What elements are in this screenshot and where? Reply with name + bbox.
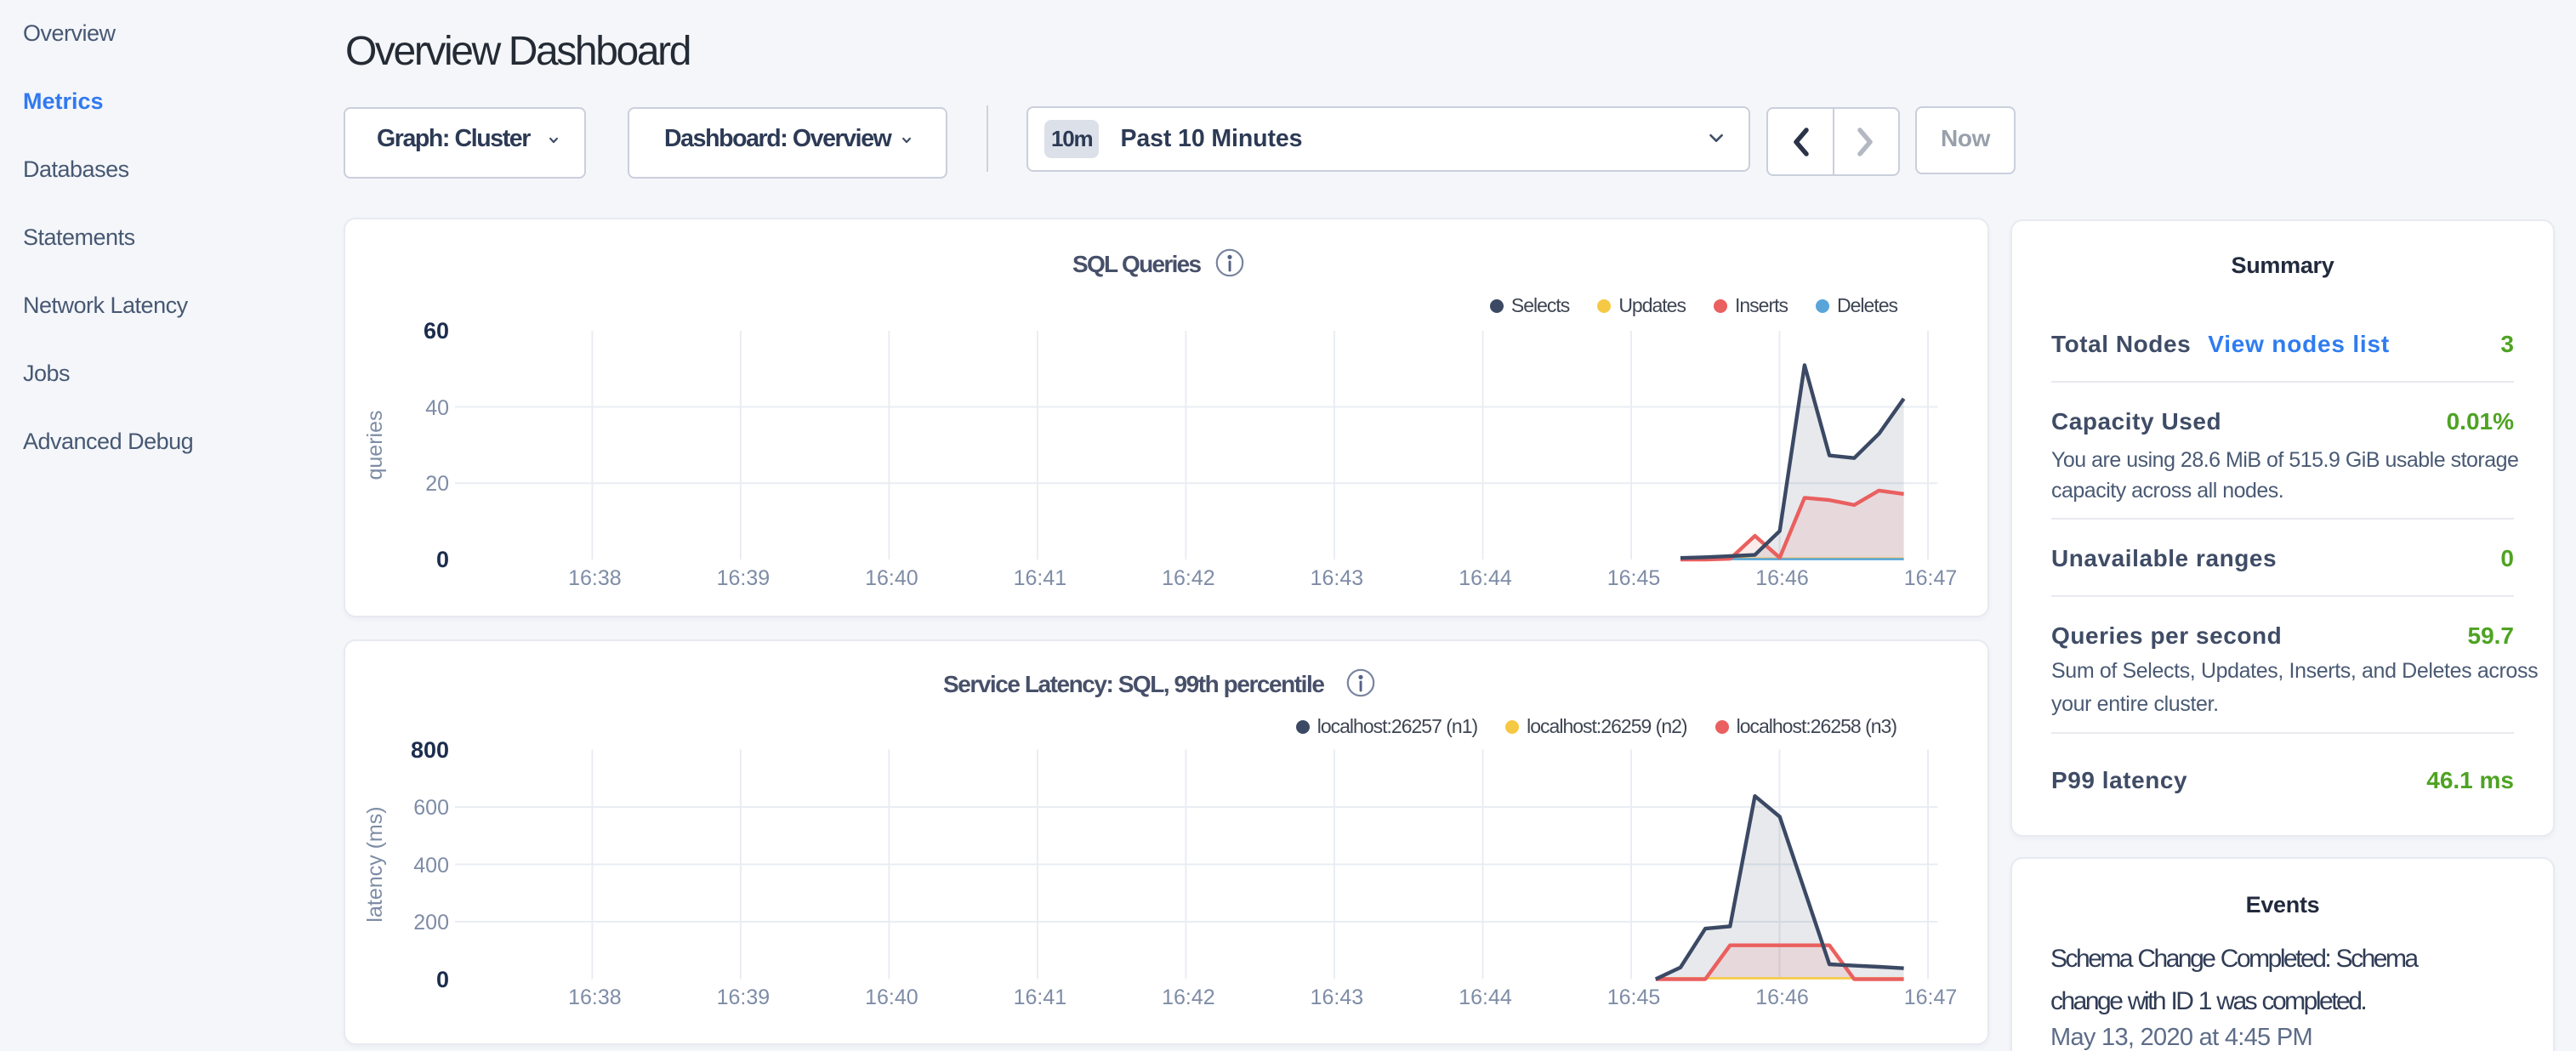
svg-text:16:39: 16:39 bbox=[717, 566, 771, 590]
svg-text:800: 800 bbox=[411, 737, 449, 763]
svg-text:16:47: 16:47 bbox=[1904, 566, 1958, 590]
svg-text:200: 200 bbox=[413, 911, 449, 935]
svg-text:16:45: 16:45 bbox=[1607, 986, 1661, 1009]
svg-text:16:47: 16:47 bbox=[1904, 986, 1958, 1009]
svg-text:0: 0 bbox=[436, 547, 449, 572]
svg-text:60: 60 bbox=[424, 318, 449, 344]
svg-text:16:43: 16:43 bbox=[1311, 986, 1364, 1009]
svg-text:16:44: 16:44 bbox=[1459, 566, 1512, 590]
svg-text:20: 20 bbox=[425, 472, 449, 496]
svg-text:16:40: 16:40 bbox=[865, 986, 918, 1009]
svg-text:16:45: 16:45 bbox=[1607, 566, 1661, 590]
svg-text:16:40: 16:40 bbox=[865, 566, 918, 590]
svg-text:16:42: 16:42 bbox=[1162, 566, 1215, 590]
svg-text:0: 0 bbox=[436, 967, 449, 992]
svg-text:16:41: 16:41 bbox=[1014, 986, 1067, 1009]
svg-text:16:42: 16:42 bbox=[1162, 986, 1215, 1009]
svg-text:16:46: 16:46 bbox=[1755, 986, 1809, 1009]
svg-text:16:44: 16:44 bbox=[1459, 986, 1512, 1009]
svg-text:40: 40 bbox=[425, 396, 449, 420]
svg-text:16:43: 16:43 bbox=[1311, 566, 1364, 590]
svg-text:16:39: 16:39 bbox=[717, 986, 771, 1009]
svg-text:400: 400 bbox=[413, 854, 449, 878]
svg-text:latency (ms): latency (ms) bbox=[363, 806, 387, 922]
svg-text:queries: queries bbox=[363, 411, 387, 480]
svg-text:600: 600 bbox=[413, 796, 449, 820]
svg-text:16:41: 16:41 bbox=[1014, 566, 1067, 590]
svg-text:16:38: 16:38 bbox=[568, 986, 622, 1009]
svg-text:16:38: 16:38 bbox=[568, 566, 622, 590]
svg-text:16:46: 16:46 bbox=[1755, 566, 1809, 590]
